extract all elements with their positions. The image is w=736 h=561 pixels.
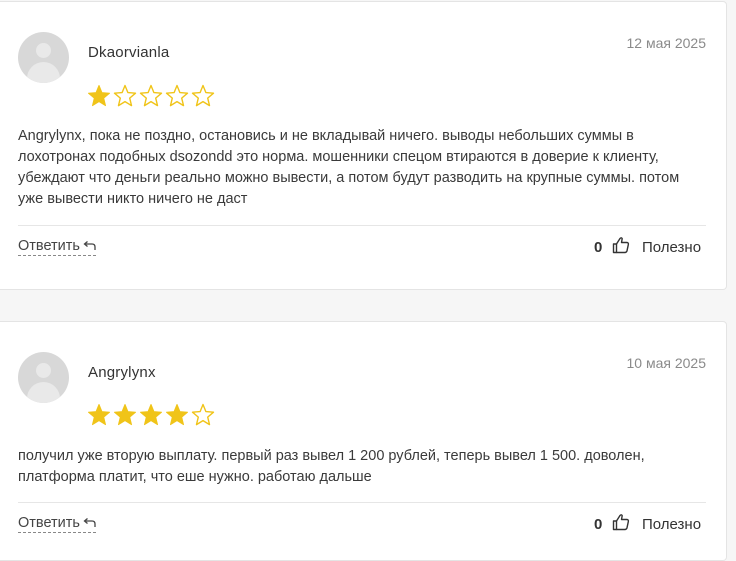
review-date: 10 мая 2025 <box>626 355 707 371</box>
star-filled-icon <box>166 404 188 426</box>
helpful-button[interactable]: Полезно <box>642 516 701 533</box>
review-text: получил уже вторую выплату. первый раз в… <box>18 448 645 485</box>
star-filled-icon <box>140 404 162 426</box>
star-empty-icon <box>165 84 189 107</box>
rating-stars <box>87 403 215 427</box>
review-date: 12 мая 2025 <box>626 35 707 51</box>
reply-arrow-icon <box>83 518 96 527</box>
star-empty-icon <box>191 84 215 107</box>
review-author: Dkaorvianla <box>88 44 170 61</box>
avatar <box>18 32 69 83</box>
rating-stars <box>87 84 215 108</box>
thumbs-up-icon[interactable] <box>612 236 630 254</box>
star-filled-icon <box>114 404 136 426</box>
star-empty-icon <box>139 84 163 107</box>
star-empty-icon <box>113 84 137 107</box>
review-card: Angrylynx 10 мая 2025 получил уже вторую… <box>0 321 727 561</box>
helpful-vote-count: 0 <box>594 516 603 533</box>
divider <box>18 502 706 503</box>
star-filled-icon <box>88 404 110 426</box>
reply-label: Ответить <box>18 238 80 254</box>
review-text: Angrylynx, пока не поздно, остановись и … <box>18 128 680 207</box>
divider <box>18 225 706 226</box>
reply-label: Ответить <box>18 515 80 531</box>
review-author: Angrylynx <box>88 364 156 381</box>
star-empty-icon <box>191 403 215 426</box>
star-filled-icon <box>88 85 110 107</box>
helpful-button[interactable]: Полезно <box>642 239 701 256</box>
thumbs-up-icon[interactable] <box>612 513 630 531</box>
reply-button[interactable]: Ответить <box>18 515 96 533</box>
reply-arrow-icon <box>83 241 96 250</box>
helpful-vote-count: 0 <box>594 239 603 256</box>
reply-button[interactable]: Ответить <box>18 238 96 256</box>
avatar <box>18 352 69 403</box>
review-card: Dkaorvianla 12 мая 2025 Angrylynx, пока … <box>0 1 727 290</box>
